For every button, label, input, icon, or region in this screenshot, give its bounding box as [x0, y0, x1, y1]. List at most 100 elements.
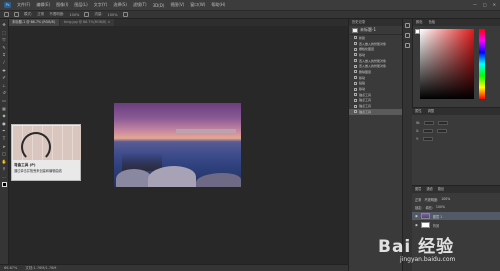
history-item-label: 置入嵌入的智能对象 — [359, 41, 387, 46]
foreground-color-swatch[interactable] — [1, 182, 7, 188]
hand-tool-icon[interactable]: ✋ — [2, 159, 7, 164]
property-row: X: — [416, 128, 448, 134]
property-row: W: — [416, 120, 449, 126]
menu-edit[interactable]: 编辑(E) — [36, 2, 50, 8]
tab-channels[interactable]: 通道 — [426, 186, 432, 193]
menu-view[interactable]: 视图(V) — [170, 2, 184, 8]
flow-field[interactable]: 100% — [108, 13, 118, 17]
tab-timg[interactable]: timg.jpg @ 66.7%(RGB/8) × — [59, 19, 115, 26]
history-item-label: 锚点工具 — [359, 109, 372, 114]
tab-adjustments[interactable]: 调整 — [428, 108, 435, 115]
color-field[interactable] — [420, 29, 474, 99]
eye-icon[interactable]: ◉ — [415, 223, 418, 227]
tab-untitled[interactable]: 未标题-1 @ 66.7% (RGB/8) — [8, 19, 59, 26]
lasso-tool-icon[interactable]: ➰ — [2, 38, 7, 42]
history-item-selected[interactable]: 锚点工具 — [349, 108, 402, 115]
layer-thumbnail — [420, 222, 430, 228]
blend-mode-select[interactable]: 正常 — [415, 197, 421, 202]
history-state-icon — [354, 87, 357, 91]
actions-panel-icon[interactable] — [405, 33, 410, 38]
path-select-tool-icon[interactable]: ➤ — [2, 144, 7, 149]
pressure-opacity-icon[interactable] — [84, 12, 90, 17]
property-field[interactable] — [438, 121, 449, 125]
canvas-image[interactable] — [114, 103, 241, 187]
history-item-label: 移动 — [359, 52, 366, 57]
zoom-level[interactable]: 66.67% — [4, 266, 17, 270]
properties-tabs: 属性 调整 — [412, 108, 500, 115]
layer-options-row: 正常 不透明度: 100% — [412, 195, 500, 203]
layer-row-selected[interactable]: ◉ 图层 1 — [412, 212, 500, 220]
brush-preset-icon[interactable] — [4, 12, 9, 17]
history-snapshot[interactable]: 未标题-1 — [349, 26, 402, 35]
menu-image[interactable]: 图像(I) — [56, 2, 68, 8]
opacity-field[interactable]: 100% — [69, 13, 79, 17]
property-row: Y: — [416, 136, 433, 142]
info-panel-icon[interactable] — [405, 43, 410, 48]
property-field[interactable] — [422, 137, 433, 141]
window-controls: — □ ✕ — [473, 2, 496, 7]
tab-layers[interactable]: 图层 — [415, 186, 421, 193]
history-state-icon — [354, 53, 357, 57]
minimize-button[interactable]: — — [473, 2, 477, 7]
history-panel-title[interactable]: 历史记录 — [349, 19, 402, 26]
menu-layer[interactable]: 图层(L) — [74, 2, 87, 8]
eraser-tool-icon[interactable]: ▭ — [2, 98, 7, 103]
history-state-icon — [354, 81, 357, 85]
menu-filter[interactable]: 滤镜(T) — [133, 2, 147, 8]
blur-tool-icon[interactable]: ◆ — [2, 114, 7, 118]
brush-settings-icon[interactable] — [14, 12, 19, 17]
menu-3d[interactable]: 3D(D) — [153, 3, 165, 8]
zoom-tool-icon[interactable]: ⚲ — [2, 167, 7, 171]
eye-icon[interactable]: ◉ — [415, 214, 418, 218]
hue-slider[interactable] — [479, 29, 485, 99]
history-brush-tool-icon[interactable]: ↺ — [2, 91, 7, 95]
rock-shape — [148, 166, 196, 187]
menu-window[interactable]: 窗口(W) — [190, 2, 205, 8]
history-item-label: 粘贴 — [359, 81, 366, 86]
history-panel-icon[interactable] — [405, 23, 410, 28]
eyedropper-tool-icon[interactable]: ⁄ — [2, 60, 7, 65]
maximize-button[interactable]: □ — [483, 2, 487, 7]
layer-row[interactable]: ◉ 背景 — [412, 221, 500, 229]
brush-tool-icon[interactable]: ✐ — [2, 76, 7, 80]
more-tools-icon[interactable]: … — [2, 174, 7, 179]
tab-color[interactable]: 颜色 — [416, 19, 423, 26]
quick-select-tool-icon[interactable]: ✎ — [2, 45, 7, 50]
marquee-tool-icon[interactable]: ⬚ — [2, 30, 7, 35]
baidu-watermark: Bai 经验 — [378, 237, 455, 257]
crop-tool-icon[interactable]: ⌗ — [2, 53, 7, 57]
layer-lock-row: 锁定: 填充: 100% — [412, 203, 500, 211]
history-item-label: 移动 — [359, 87, 366, 92]
layer-opacity-field[interactable]: 100% — [441, 197, 450, 201]
type-tool-icon[interactable]: T — [2, 136, 7, 141]
options-bar: 模式: 正常 不透明度: 100% 流量: 100% — [0, 10, 500, 19]
clone-stamp-tool-icon[interactable]: ⊥ — [2, 83, 7, 88]
menu-file[interactable]: 文件(F) — [17, 2, 30, 8]
dodge-tool-icon[interactable]: ● — [2, 121, 7, 126]
menu-help[interactable]: 帮助(H) — [211, 2, 225, 8]
layers-tabs: 图层 通道 路径 — [412, 186, 500, 193]
menu-bar: Ps 文件(F) 编辑(E) 图像(I) 图层(L) 文字(Y) 选择(S) 滤… — [0, 0, 500, 10]
airbrush-icon[interactable] — [122, 12, 128, 17]
close-button[interactable]: ✕ — [493, 2, 496, 7]
property-field[interactable] — [423, 129, 434, 133]
rectangle-tool-icon[interactable]: □ — [2, 152, 7, 156]
property-field[interactable] — [424, 121, 435, 125]
mode-label: 模式: — [24, 12, 33, 16]
property-field[interactable] — [437, 129, 448, 133]
tab-swatches[interactable]: 色板 — [429, 19, 436, 26]
tab-paths[interactable]: 路径 — [438, 186, 444, 193]
pen-tool-icon[interactable]: ✒ — [2, 129, 7, 133]
tool-tooltip: 弯曲工具 (P) 通过单击并拖曳来创建和编辑曲线 — [11, 124, 81, 181]
property-label: X: — [416, 129, 420, 133]
history-item-label: 栅格化图层 — [359, 47, 375, 52]
menu-type[interactable]: 文字(Y) — [94, 2, 108, 8]
healing-brush-tool-icon[interactable]: ✚ — [2, 68, 7, 73]
document-tabs: 未标题-1 @ 66.7% (RGB/8) timg.jpg @ 66.7%(R… — [8, 19, 348, 26]
move-tool-icon[interactable]: ✥ — [2, 23, 7, 27]
gradient-tool-icon[interactable]: ▦ — [2, 106, 7, 111]
fill-field[interactable]: 100% — [436, 205, 445, 209]
menu-select[interactable]: 选择(S) — [113, 2, 127, 8]
tab-properties[interactable]: 属性 — [415, 108, 422, 115]
mode-select[interactable]: 正常 — [37, 12, 44, 17]
